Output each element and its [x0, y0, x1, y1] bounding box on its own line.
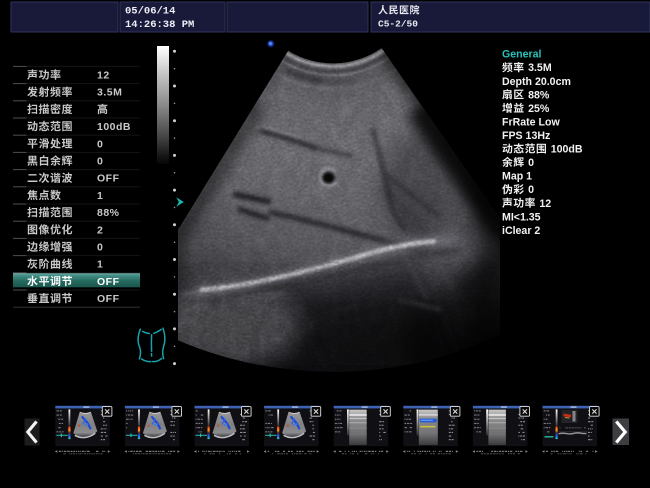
svg-text:Depth 20.0cm: Depth 20.0cm: [502, 76, 571, 88]
svg-text:0: 0: [528, 157, 534, 169]
svg-text:3.5M: 3.5M: [97, 87, 122, 99]
svg-text:100dB: 100dB: [97, 121, 131, 133]
svg-text:25%: 25%: [528, 103, 550, 115]
svg-text:12: 12: [97, 70, 110, 82]
svg-text:100dB: 100dB: [551, 144, 583, 156]
svg-text:Map 1: Map 1: [502, 171, 532, 183]
svg-text:0: 0: [528, 184, 534, 196]
svg-text:C5-2/50: C5-2/50: [378, 19, 418, 30]
svg-text:OFF: OFF: [97, 173, 120, 185]
svg-text:FrRate Low: FrRate Low: [502, 117, 560, 129]
svg-text:05/06/14: 05/06/14: [125, 6, 175, 18]
svg-text:3.5M: 3.5M: [528, 62, 552, 74]
svg-text:14:26:38 PM: 14:26:38 PM: [125, 19, 194, 31]
svg-text:iClear 2: iClear 2: [502, 225, 540, 237]
svg-text:88%: 88%: [97, 207, 120, 219]
svg-text:General: General: [502, 49, 542, 61]
svg-text:0: 0: [97, 242, 103, 254]
svg-text:0: 0: [97, 138, 103, 150]
svg-text:1: 1: [97, 259, 103, 271]
svg-text:OFF: OFF: [97, 276, 120, 288]
svg-text:0: 0: [97, 156, 103, 168]
svg-text:88%: 88%: [528, 89, 550, 101]
svg-text:FPS 13Hz: FPS 13Hz: [502, 130, 550, 142]
svg-text:2: 2: [97, 224, 103, 236]
svg-text:12: 12: [539, 198, 551, 210]
svg-text:MI<1.35: MI<1.35: [502, 211, 541, 223]
svg-text:1: 1: [97, 190, 103, 202]
svg-text:OFF: OFF: [97, 293, 120, 305]
